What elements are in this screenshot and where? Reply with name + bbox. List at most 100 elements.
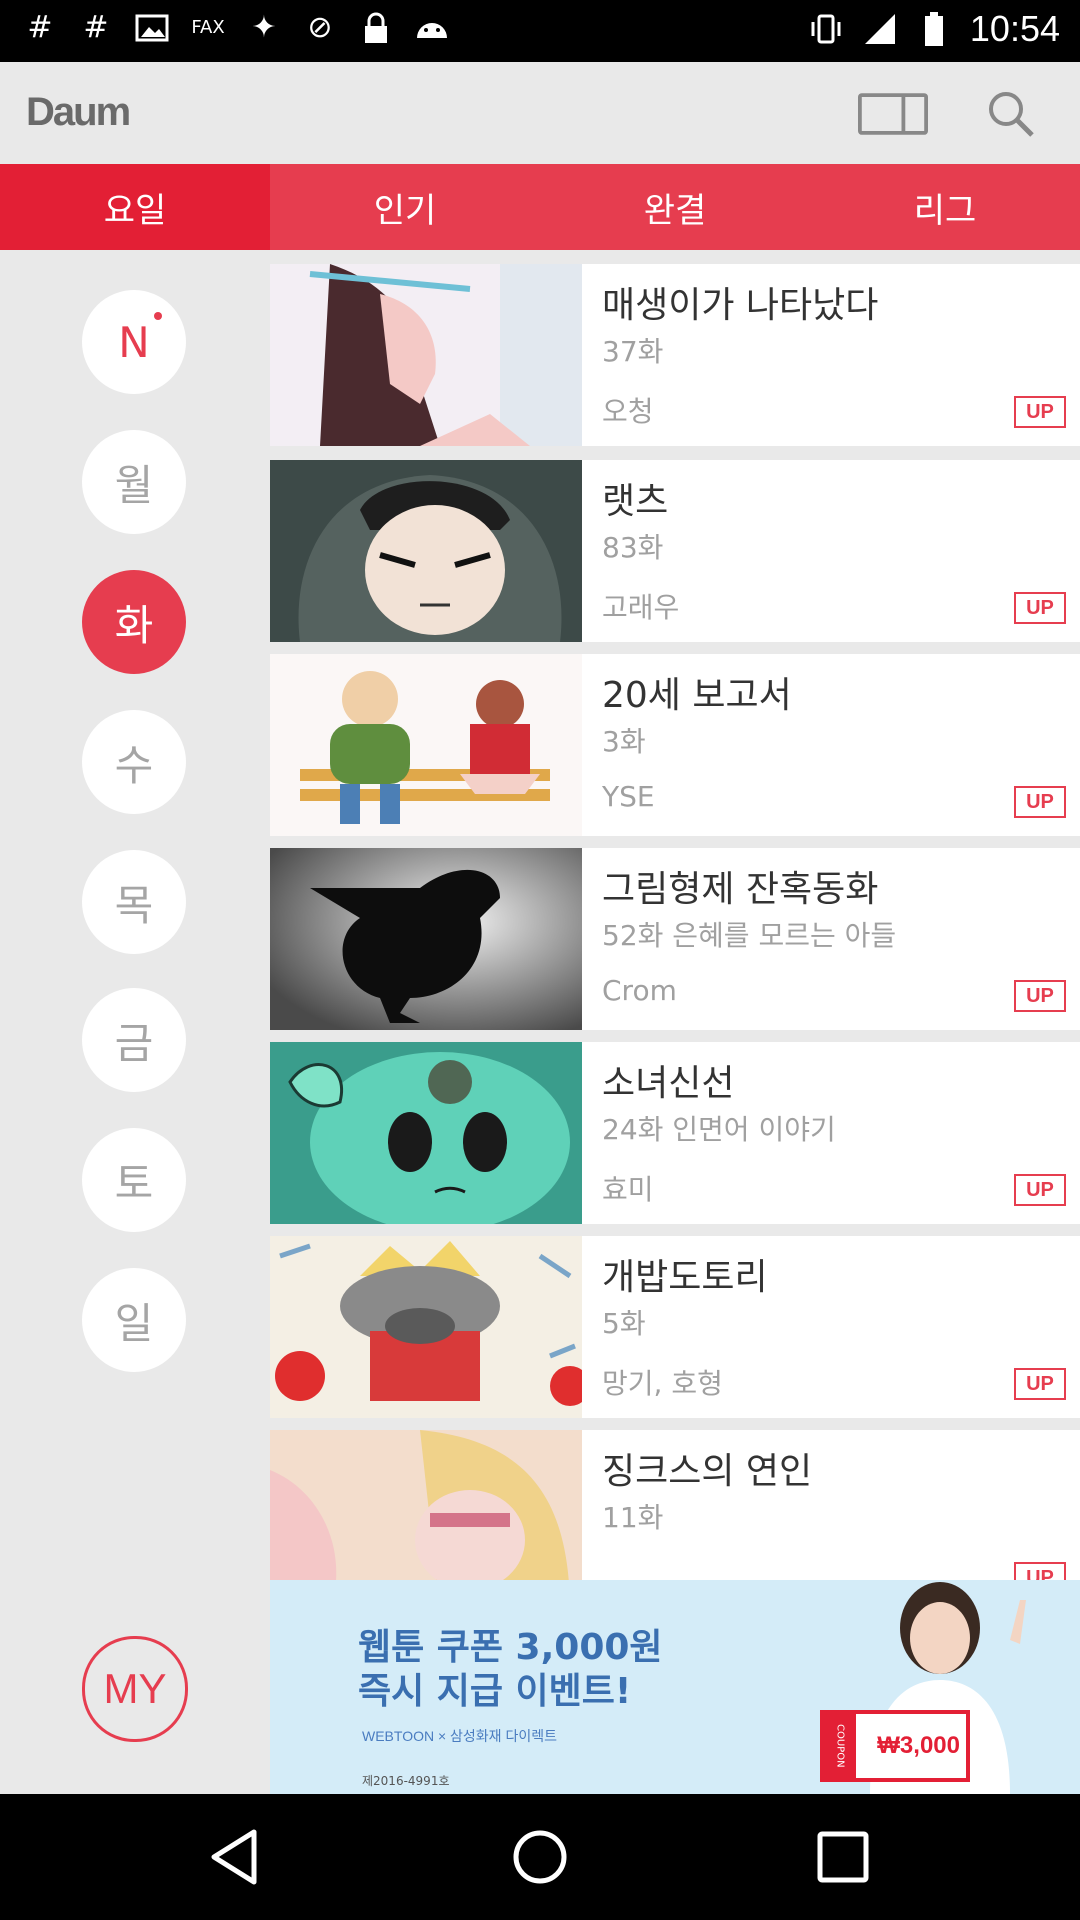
hash-icon: #	[83, 10, 109, 45]
status-time: 10:54	[969, 8, 1060, 49]
day-button-fri[interactable]: 금	[82, 988, 186, 1092]
day-label: 수	[114, 740, 154, 790]
vibrate-icon	[808, 11, 844, 47]
webtoon-thumbnail	[270, 264, 582, 446]
battery-icon	[916, 11, 952, 47]
day-button-new[interactable]: N	[82, 290, 186, 394]
list-item[interactable]: 매생이가 나타났다 37화 오청 UP	[270, 264, 1080, 446]
webtoon-thumbnail	[270, 848, 582, 1030]
bookshelf-button[interactable]	[858, 84, 928, 144]
webtoon-title: 매생이가 나타났다	[602, 285, 879, 326]
fax-icon: FAX	[191, 17, 225, 38]
ad-subheadline: 즉시 지급 이벤트!	[358, 1671, 632, 1712]
weekday-sidebar: N 월 화 수 목 금 토 일 MY	[0, 250, 270, 1794]
day-label: N	[118, 317, 150, 367]
day-button-thu[interactable]: 목	[82, 850, 186, 954]
webtoon-episode: 5화	[602, 1307, 646, 1340]
tab-league[interactable]: 리그	[810, 164, 1080, 250]
webtoon-episode: 24화 인면어 이야기	[602, 1113, 836, 1146]
tab-completed[interactable]: 완결	[540, 164, 810, 250]
recents-icon	[817, 1831, 869, 1883]
webtoon-episode: 11화	[602, 1501, 664, 1534]
webtoon-episode: 3화	[602, 725, 646, 758]
hash-icon: #	[27, 10, 53, 45]
day-button-sat[interactable]: 토	[82, 1128, 186, 1232]
status-right-icons: 10:54	[808, 8, 1060, 50]
webtoon-author: 오청	[602, 395, 654, 428]
back-button[interactable]	[204, 1824, 270, 1890]
up-badge: UP	[1014, 396, 1066, 428]
ad-brand: WEBTOON × 삼성화재 다이렉트	[362, 1728, 557, 1744]
webtoon-list: 매생이가 나타났다 37화 오청 UP 랫츠 83화 고래우 UP 20세 보고…	[270, 250, 1080, 1580]
webtoon-author: 고래우	[602, 591, 680, 624]
up-badge: UP	[1014, 1368, 1066, 1400]
satellite-icon: ✦	[251, 10, 277, 45]
webtoon-author: 망기, 호형	[602, 1367, 723, 1400]
coupon-tag: COUPON	[824, 1714, 856, 1778]
day-button-mon[interactable]: 월	[82, 430, 186, 534]
day-label: 월	[114, 460, 154, 510]
day-label: 일	[114, 1298, 154, 1348]
tab-popular[interactable]: 인기	[270, 164, 540, 250]
category-tabs: 요일 인기 완결 리그	[0, 164, 1080, 250]
signal-icon	[862, 11, 898, 47]
day-label: 목	[114, 880, 154, 930]
webtoon-title: 소녀신선	[602, 1063, 735, 1104]
up-badge: UP	[1014, 980, 1066, 1012]
home-icon	[513, 1830, 567, 1884]
webtoon-author: YSE	[602, 780, 655, 813]
new-dot	[154, 312, 162, 320]
lock-icon	[358, 10, 394, 46]
webtoon-author: 효미	[602, 1173, 654, 1206]
webtoon-thumbnail	[270, 654, 582, 836]
list-item[interactable]: 랫츠 83화 고래우 UP	[270, 460, 1080, 642]
status-bar: # # FAX ✦ ⊘ 10:54	[0, 0, 1080, 62]
coupon-amount: ₩3,000	[877, 1732, 960, 1759]
webtoon-episode: 83화	[602, 531, 664, 564]
search-button[interactable]	[976, 84, 1046, 144]
back-icon	[211, 1829, 257, 1885]
up-badge: UP	[1014, 592, 1066, 624]
day-button-tue[interactable]: 화	[82, 570, 186, 674]
ad-registration: 제2016-4991호	[362, 1774, 450, 1788]
dnd-icon: ⊘	[307, 10, 333, 45]
day-label: 금	[114, 1018, 154, 1068]
home-button[interactable]	[507, 1824, 573, 1890]
webtoon-title: 랫츠	[602, 481, 669, 522]
app-header: Daum	[0, 62, 1080, 164]
webtoon-thumbnail	[270, 1430, 582, 1580]
webtoon-author: Crom	[602, 974, 677, 1007]
list-item[interactable]: 징크스의 연인 11화 UP	[270, 1430, 1080, 1580]
up-badge: UP	[1014, 786, 1066, 818]
tab-weekday[interactable]: 요일	[0, 164, 270, 250]
day-button-sun[interactable]: 일	[82, 1268, 186, 1372]
day-label: 화	[114, 600, 154, 650]
list-item[interactable]: 개밥도토리 5화 망기, 호형 UP	[270, 1236, 1080, 1418]
up-badge: UP	[1014, 1174, 1066, 1206]
webtoon-title: 징크스의 연인	[602, 1451, 813, 1492]
daum-logo: Daum	[26, 90, 131, 134]
ad-banner[interactable]: 웹툰 쿠폰 3,000원 즉시 지급 이벤트! WEBTOON × 삼성화재 다…	[270, 1580, 1080, 1794]
status-left-icons: # # FAX ✦ ⊘	[22, 10, 450, 46]
image-icon	[134, 10, 170, 46]
webtoon-thumbnail	[270, 460, 582, 642]
book-icon	[858, 93, 928, 135]
day-label: 토	[114, 1158, 154, 1208]
webtoon-episode: 52화 은혜를 모르는 아들	[602, 919, 897, 952]
webtoon-thumbnail	[270, 1042, 582, 1224]
recents-button[interactable]	[810, 1824, 876, 1890]
webtoon-thumbnail	[270, 1236, 582, 1418]
search-icon	[989, 92, 1034, 137]
coupon-graphic: COUPON ₩3,000	[820, 1710, 970, 1782]
system-navbar	[0, 1794, 1080, 1920]
list-item[interactable]: 20세 보고서 3화 YSE UP	[270, 654, 1080, 836]
list-item[interactable]: 소녀신선 24화 인면어 이야기 효미 UP	[270, 1042, 1080, 1224]
up-badge: UP	[1014, 1562, 1066, 1580]
my-button[interactable]: MY	[82, 1636, 188, 1742]
list-item[interactable]: 그림형제 잔혹동화 52화 은혜를 모르는 아들 Crom UP	[270, 848, 1080, 1030]
webtoon-title: 20세 보고서	[602, 675, 792, 716]
webtoon-title: 개밥도토리	[602, 1257, 768, 1298]
android-icon	[414, 10, 450, 46]
webtoon-title: 그림형제 잔혹동화	[602, 869, 879, 910]
day-button-wed[interactable]: 수	[82, 710, 186, 814]
